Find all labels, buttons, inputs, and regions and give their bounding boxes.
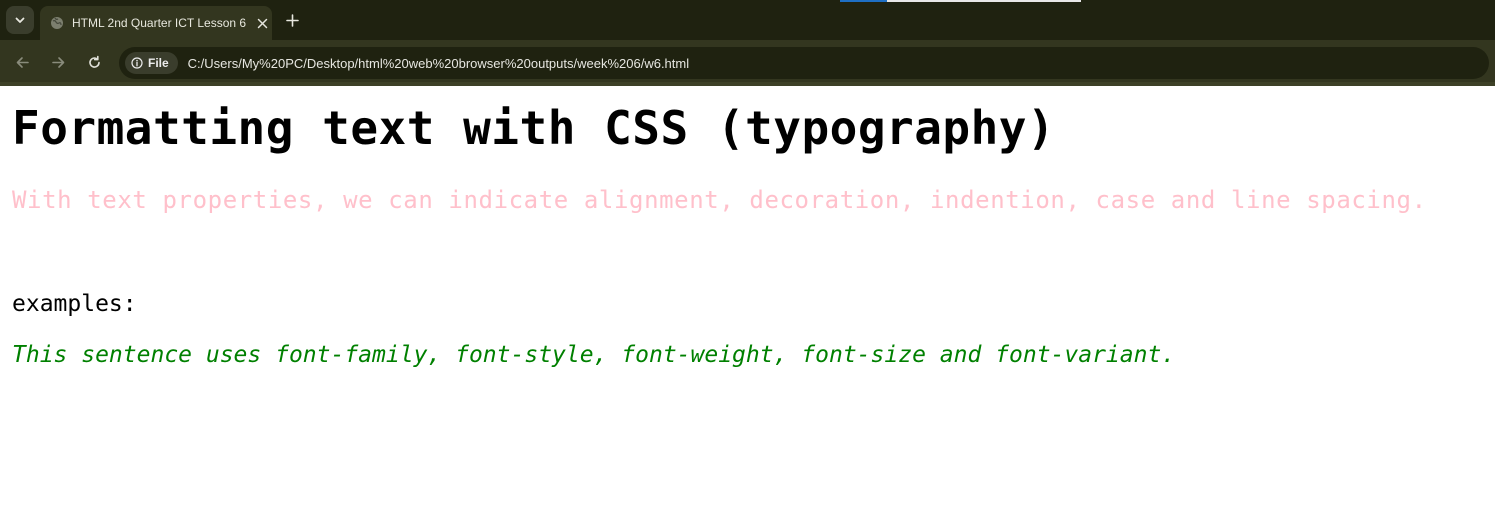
site-scheme-label: File: [148, 56, 169, 70]
browser-toolbar: File C:/Users/My%20PC/Desktop/html%20web…: [0, 40, 1495, 86]
address-bar[interactable]: File C:/Users/My%20PC/Desktop/html%20web…: [119, 47, 1489, 79]
new-tab-button[interactable]: [282, 10, 302, 30]
forward-button[interactable]: [47, 51, 69, 73]
tab-strip-accent: [840, 0, 887, 2]
url-text[interactable]: C:/Users/My%20PC/Desktop/html%20web%20br…: [188, 56, 689, 71]
site-info-button[interactable]: File: [125, 52, 178, 74]
back-button[interactable]: [11, 51, 33, 73]
tab-strip-accent: [887, 0, 1081, 2]
tab-close-button[interactable]: [254, 15, 270, 31]
close-icon: [257, 18, 267, 28]
arrow-right-icon: [51, 56, 64, 68]
page-content: Formatting text with CSS (typography) Wi…: [0, 86, 1495, 516]
globe-icon: [50, 16, 64, 30]
reload-icon: [88, 55, 100, 68]
tab-search-button[interactable]: [6, 6, 34, 34]
tab-strip: HTML 2nd Quarter ICT Lesson 6: [0, 0, 1495, 40]
page-heading: Formatting text with CSS (typography): [12, 101, 1056, 155]
browser-tab-active[interactable]: HTML 2nd Quarter ICT Lesson 6: [40, 6, 272, 40]
intro-paragraph: With text properties, we can indicate al…: [12, 186, 1427, 214]
arrow-left-icon: [16, 56, 29, 68]
tab-title: HTML 2nd Quarter ICT Lesson 6: [72, 16, 247, 30]
examples-label: examples:: [12, 291, 137, 317]
chevron-down-icon: [15, 17, 25, 23]
plus-icon: [285, 13, 299, 27]
info-icon: [131, 57, 143, 69]
example-sentence: This sentence uses font-family, font-sty…: [12, 342, 1176, 368]
reload-button[interactable]: [83, 51, 105, 73]
